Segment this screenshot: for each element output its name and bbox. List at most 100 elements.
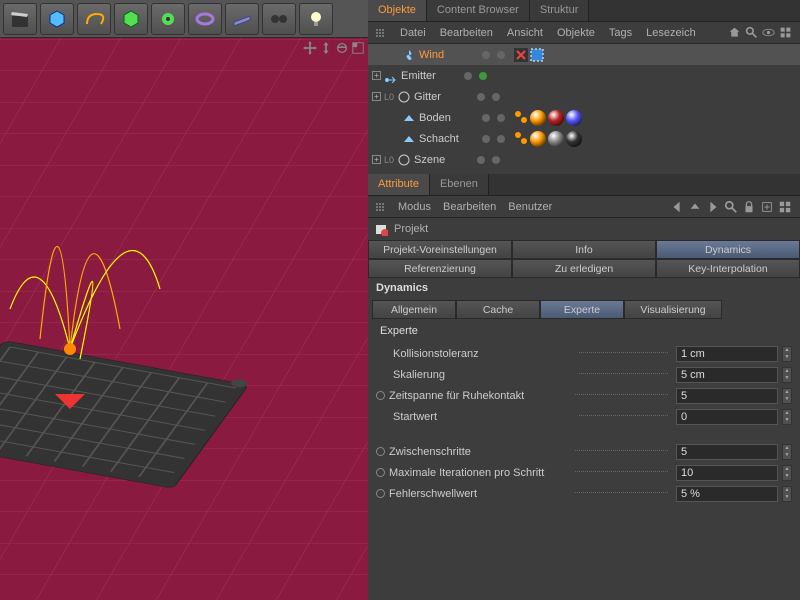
expander-icon[interactable]: + (372, 71, 381, 80)
vp-move-icon[interactable] (303, 41, 317, 55)
tree-row-emitter[interactable]: +Emitter (368, 65, 800, 86)
expander-icon[interactable]: + (372, 92, 381, 101)
tool-cube-green[interactable] (114, 3, 148, 35)
vis-dot[interactable] (492, 156, 500, 164)
material-tag[interactable] (530, 110, 546, 126)
mode-zu-erledigen[interactable]: Zu erledigen (512, 259, 656, 278)
mode-info[interactable]: Info (512, 240, 656, 259)
eye-icon[interactable] (762, 26, 775, 39)
lock-icon[interactable] (742, 200, 756, 214)
tool-cube[interactable] (40, 3, 74, 35)
material-tag[interactable] (566, 110, 582, 126)
param-input-kollisionstoleranz[interactable] (676, 346, 778, 362)
new-icon[interactable] (760, 200, 774, 214)
vis-dot[interactable] (464, 72, 472, 80)
vp-rotate-icon[interactable] (335, 41, 349, 55)
param-input-maximale-iterationen-pro-schritt[interactable] (676, 465, 778, 481)
vis-dot[interactable] (497, 114, 505, 122)
tool-gear-green[interactable] (151, 3, 185, 35)
spinner[interactable]: ▲▼ (782, 367, 792, 383)
param-input-skalierung[interactable] (676, 367, 778, 383)
param-input-fehlerschwellwert[interactable] (676, 486, 778, 502)
spinner[interactable]: ▲▼ (782, 444, 792, 460)
menu-tags[interactable]: Tags (609, 27, 632, 39)
menu-bearbeiten[interactable]: Bearbeiten (443, 201, 496, 213)
menu-modus[interactable]: Modus (398, 201, 431, 213)
menu-benutzer[interactable]: Benutzer (508, 201, 552, 213)
material-tag[interactable] (548, 131, 564, 147)
tool-clapboard[interactable] (3, 3, 37, 35)
param-radio[interactable] (376, 468, 385, 477)
up-icon[interactable] (688, 200, 702, 214)
mode-experte[interactable]: Experte (540, 300, 624, 319)
spinner[interactable]: ▲▼ (782, 486, 792, 502)
spinner[interactable]: ▲▼ (782, 465, 792, 481)
mode-visualisierung[interactable]: Visualisierung (624, 300, 722, 319)
grid-icon[interactable] (778, 200, 792, 214)
tool-path[interactable] (77, 3, 111, 35)
viewport-3d[interactable] (0, 38, 368, 600)
tool-plane[interactable] (225, 3, 259, 35)
search-icon[interactable] (724, 200, 738, 214)
vis-dot[interactable] (482, 135, 490, 143)
back-icon[interactable] (670, 200, 684, 214)
tool-light[interactable] (299, 3, 333, 35)
menu-lesezeich[interactable]: Lesezeich (646, 27, 696, 39)
param-radio[interactable] (376, 489, 385, 498)
param-input-startwert[interactable] (676, 409, 778, 425)
vp-max-icon[interactable] (351, 41, 365, 55)
menu-ansicht[interactable]: Ansicht (507, 27, 543, 39)
search-icon[interactable] (745, 26, 758, 39)
mode-dynamics[interactable]: Dynamics (656, 240, 800, 259)
mode-key-interpolation[interactable]: Key-Interpolation (656, 259, 800, 278)
vis-dot[interactable] (497, 51, 505, 59)
vis-dot[interactable] (477, 156, 485, 164)
tab-ebenen[interactable]: Ebenen (430, 174, 489, 195)
spinner[interactable]: ▲▼ (782, 388, 792, 404)
vis-dot[interactable] (492, 93, 500, 101)
material-tag[interactable] (530, 131, 546, 147)
vis-dot[interactable] (477, 93, 485, 101)
tree-row-wind[interactable]: Wind (368, 44, 800, 65)
menu-bearbeiten[interactable]: Bearbeiten (440, 27, 493, 39)
tool-goggles[interactable] (262, 3, 296, 35)
spinner[interactable]: ▲▼ (782, 346, 792, 362)
mode-cache[interactable]: Cache (456, 300, 540, 319)
menu-objekte[interactable]: Objekte (557, 27, 595, 39)
param-radio[interactable] (376, 391, 385, 400)
vis-dot[interactable] (479, 72, 487, 80)
tab-content-browser[interactable]: Content Browser (427, 0, 530, 21)
mode-projekt-voreinstellungen[interactable]: Projekt-Voreinstellungen (368, 240, 512, 259)
mode-referenzierung[interactable]: Referenzierung (368, 259, 512, 278)
material-tag[interactable] (566, 131, 582, 147)
object-tree[interactable]: Wind+Emitter+L0GitterBodenSchacht+L0Szen… (368, 44, 800, 174)
param-radio[interactable] (376, 447, 385, 456)
tree-row-gitter[interactable]: +L0Gitter (368, 86, 800, 107)
fwd-icon[interactable] (706, 200, 720, 214)
tag-icon[interactable] (530, 48, 544, 62)
vis-dot[interactable] (482, 51, 490, 59)
grid-icon[interactable] (779, 26, 792, 39)
tool-torus[interactable] (188, 3, 222, 35)
dynamics-tag-icon[interactable] (514, 110, 528, 124)
menu-datei[interactable]: Datei (400, 27, 426, 39)
tree-row-szene[interactable]: +L0Szene (368, 149, 800, 170)
tree-row-boden[interactable]: Boden (368, 107, 800, 128)
tab-attribute[interactable]: Attribute (368, 174, 430, 195)
vp-zoom-icon[interactable] (319, 41, 333, 55)
spinner[interactable]: ▲▼ (782, 409, 792, 425)
tree-row-schacht[interactable]: Schacht (368, 128, 800, 149)
home-icon[interactable] (728, 26, 741, 39)
tab-objekte[interactable]: Objekte (368, 0, 427, 21)
dynamics-tag-icon[interactable] (514, 131, 528, 145)
param-input-zeitspanne-f-r-ruhekontakt[interactable] (676, 388, 778, 404)
vis-dot[interactable] (482, 114, 490, 122)
vis-dot[interactable] (497, 135, 505, 143)
param-row: Kollisionstoleranz ▲▼ (368, 343, 800, 364)
mode-allgemein[interactable]: Allgemein (372, 300, 456, 319)
disable-tag-icon[interactable] (514, 48, 528, 62)
param-input-zwischenschritte[interactable] (676, 444, 778, 460)
tab-struktur[interactable]: Struktur (530, 0, 590, 21)
expander-icon[interactable]: + (372, 155, 381, 164)
material-tag[interactable] (548, 110, 564, 126)
